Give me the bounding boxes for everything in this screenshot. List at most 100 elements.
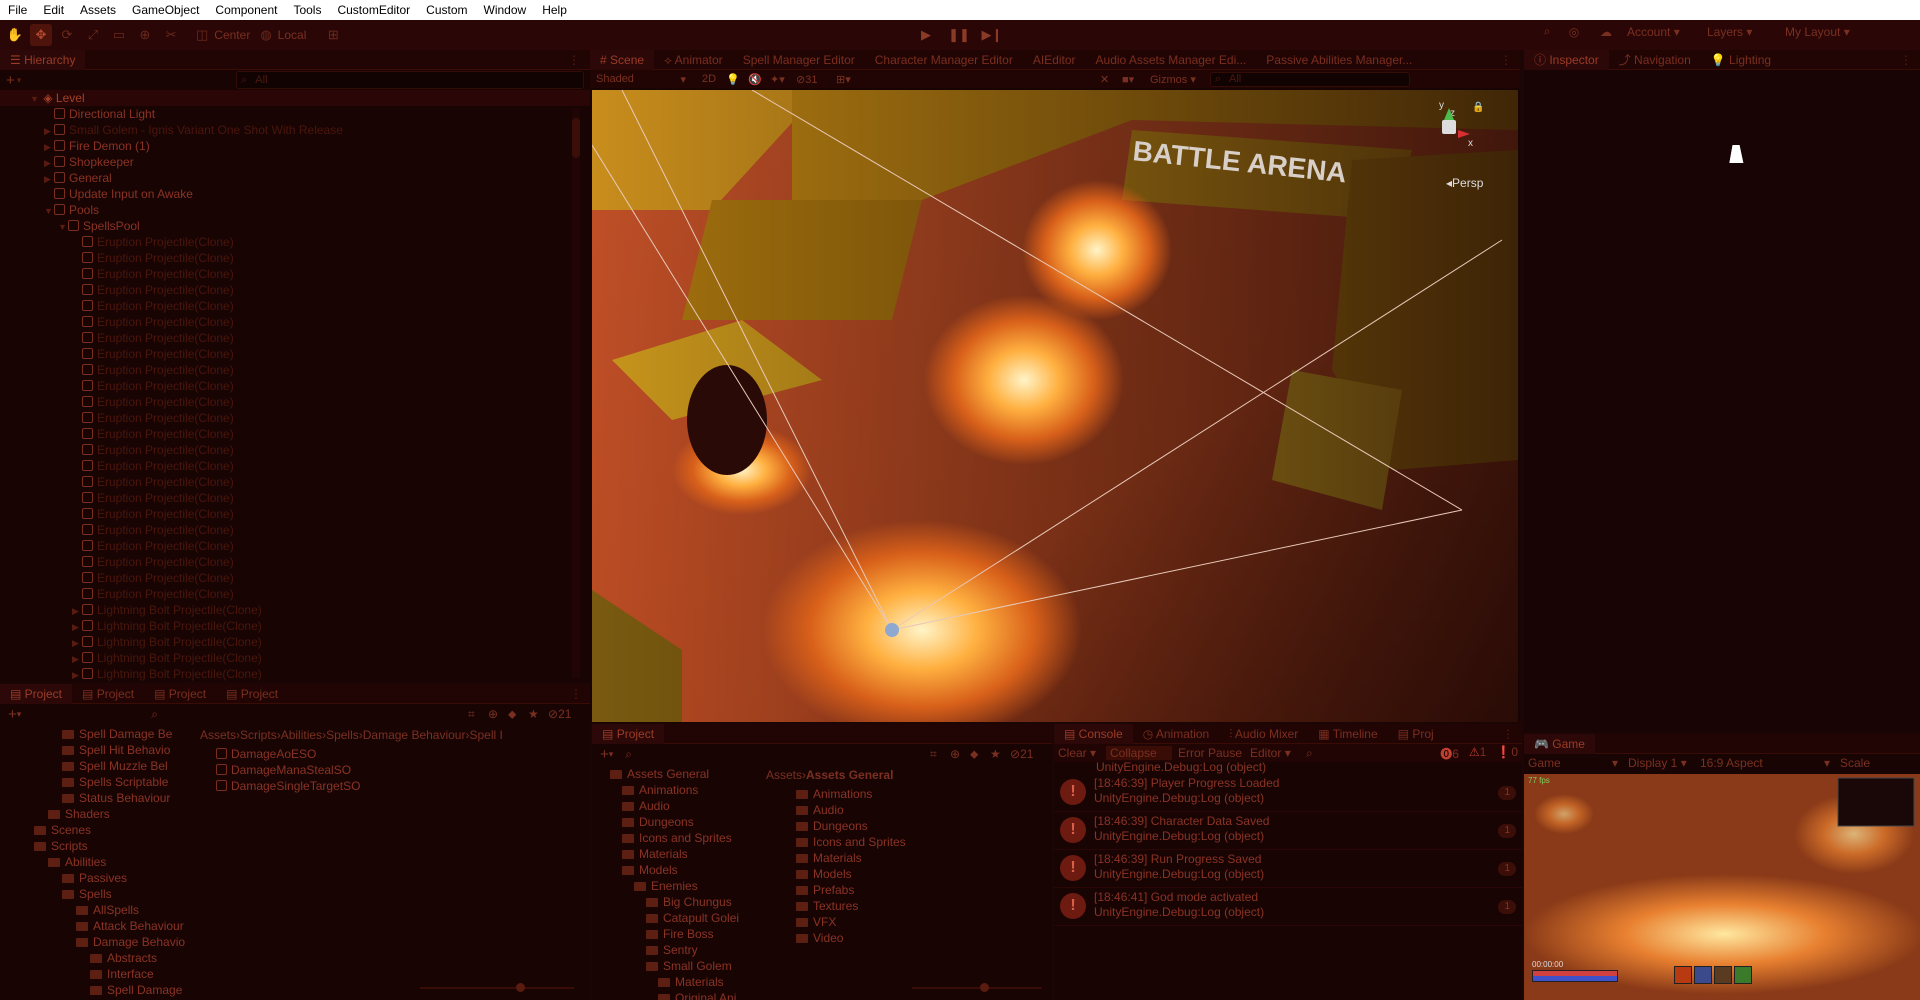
menu-item-tools[interactable]: Tools bbox=[285, 0, 329, 20]
folder-tree-item[interactable]: Scripts bbox=[0, 838, 196, 854]
menu-item-edit[interactable]: Edit bbox=[35, 0, 72, 20]
hierarchy-item[interactable]: Eruption Projectile(Clone) bbox=[0, 282, 590, 298]
folder-tree-item[interactable]: Icons and Sprites bbox=[592, 830, 762, 846]
hierarchy-item[interactable]: Eruption Projectile(Clone) bbox=[0, 410, 590, 426]
chevron-right-icon[interactable]: ▶ bbox=[44, 155, 54, 171]
effects-icon[interactable]: ✦▾ bbox=[770, 73, 796, 86]
info-filter-toggle[interactable]: ❗0 bbox=[1496, 745, 1518, 762]
folder-item[interactable]: Textures bbox=[796, 898, 1036, 914]
hierarchy-item[interactable]: Eruption Projectile(Clone) bbox=[0, 474, 590, 490]
label-filter-icon[interactable]: ⬥ bbox=[508, 707, 528, 722]
hierarchy-item[interactable]: Eruption Projectile(Clone) bbox=[0, 314, 590, 330]
hierarchy-item[interactable]: Eruption Projectile(Clone) bbox=[0, 458, 590, 474]
add-icon[interactable]: + bbox=[6, 72, 15, 89]
search-icon[interactable]: ⌕ bbox=[1535, 24, 1559, 39]
console-entry[interactable]: ! [18:46:39] Character Data Saved UnityEng… bbox=[1054, 812, 1522, 850]
folder-tree-item[interactable]: Spells Scriptable bbox=[0, 774, 196, 790]
audio-icon[interactable]: 🔇 bbox=[748, 73, 770, 86]
breadcrumb-item[interactable]: Assets General bbox=[806, 768, 893, 782]
folder-tree-item[interactable]: Materials bbox=[592, 846, 762, 862]
tab-project[interactable]: ▤ Project bbox=[216, 684, 288, 704]
account-dropdown[interactable]: Account ▾ bbox=[1623, 25, 1699, 39]
error-pause-toggle[interactable]: Error Pause bbox=[1172, 746, 1250, 760]
add-icon[interactable]: + bbox=[8, 706, 17, 723]
hierarchy-item[interactable]: ▼ SpellsPool bbox=[0, 218, 590, 234]
folder-item[interactable]: Materials bbox=[796, 850, 1036, 866]
chevron-right-icon[interactable]: ▶ bbox=[44, 139, 54, 155]
hierarchy-item[interactable]: Eruption Projectile(Clone) bbox=[0, 394, 590, 410]
hierarchy-item[interactable]: Eruption Projectile(Clone) bbox=[0, 298, 590, 314]
scene-search-input[interactable]: ⌕ All bbox=[1210, 71, 1410, 87]
gizmo-x-cone[interactable] bbox=[1458, 130, 1470, 138]
tab-project[interactable]: ▤ Project bbox=[592, 724, 665, 744]
scale-label[interactable]: Scale bbox=[1840, 756, 1870, 770]
chevron-right-icon[interactable]: ▶ bbox=[44, 123, 54, 139]
folder-tree-item[interactable]: Passives bbox=[0, 870, 196, 886]
transform-tool-icon[interactable]: ⊕ bbox=[134, 24, 156, 46]
folder-tree-item[interactable]: Attack Behaviour bbox=[0, 918, 196, 934]
console-entry[interactable]: ! [18:46:41] God mode activated UnityEngin… bbox=[1054, 888, 1522, 926]
hierarchy-item[interactable]: ▼ Pools bbox=[0, 202, 590, 218]
asset-file[interactable]: DamageAoESO bbox=[216, 746, 576, 762]
display-dropdown[interactable]: Display 1 ▾ bbox=[1618, 756, 1700, 770]
hierarchy-item[interactable]: Eruption Projectile(Clone) bbox=[0, 330, 590, 346]
tab-timeline[interactable]: ▦ Timeline bbox=[1308, 724, 1387, 744]
folder-tree-item[interactable]: Audio bbox=[592, 798, 762, 814]
asset-file[interactable]: DamageManaStealSO bbox=[216, 762, 576, 778]
hierarchy-item[interactable]: ▶ Small Golem - Ignis Variant One Shot Wi… bbox=[0, 122, 590, 138]
pivot-toggle[interactable]: ◫ Center bbox=[196, 24, 256, 46]
folder-item[interactable]: Models bbox=[796, 866, 1036, 882]
console-entry[interactable]: ! [18:46:39] Player Progress Loaded UnityE… bbox=[1054, 774, 1522, 812]
hierarchy-item[interactable]: Directional Light bbox=[0, 106, 590, 122]
hierarchy-item[interactable]: Update Input on Awake bbox=[0, 186, 590, 202]
hierarchy-item[interactable]: Eruption Projectile(Clone) bbox=[0, 442, 590, 458]
hierarchy-item[interactable]: Eruption Projectile(Clone) bbox=[0, 570, 590, 586]
folder-tree-item[interactable]: Original Ani bbox=[592, 990, 762, 1000]
hierarchy-item[interactable]: Eruption Projectile(Clone) bbox=[0, 426, 590, 442]
hidden-objects-toggle[interactable]: ⊘31 bbox=[796, 73, 836, 86]
asset-file[interactable]: DamageSingleTargetSO bbox=[216, 778, 576, 794]
folder-tree-item[interactable]: Spells bbox=[0, 886, 196, 902]
hierarchy-item[interactable]: Eruption Projectile(Clone) bbox=[0, 506, 590, 522]
tab-animator[interactable]: ⟡ Animator bbox=[654, 50, 733, 70]
breadcrumb-item[interactable]: Assets bbox=[200, 728, 236, 742]
scale-tool-icon[interactable]: ⤢ bbox=[82, 24, 104, 46]
filter-icon[interactable]: ⌗ bbox=[468, 707, 488, 722]
folder-tree-item[interactable]: Catapult Golei bbox=[592, 910, 762, 926]
mode-2d-toggle[interactable]: 2D bbox=[702, 73, 726, 85]
folder-tree-item[interactable]: Assets General bbox=[592, 766, 762, 782]
gizmo-cube[interactable] bbox=[1442, 120, 1456, 134]
type-filter-icon[interactable]: ⊕ bbox=[950, 747, 970, 761]
tools-icon[interactable]: ✕ bbox=[1100, 73, 1122, 86]
console-entry[interactable]: ! [18:46:39] Run Progress Saved UnityEngin… bbox=[1054, 850, 1522, 888]
folder-item[interactable]: VFX bbox=[796, 914, 1036, 930]
folder-tree-item[interactable]: Spell Muzzle Bel bbox=[0, 758, 196, 774]
tab-hierarchy[interactable]: ☰ Hierarchy bbox=[0, 50, 86, 70]
kebab-menu-icon[interactable]: ⋮ bbox=[568, 53, 580, 67]
search-icon[interactable]: ⌕ bbox=[151, 707, 158, 722]
menu-item-component[interactable]: Component bbox=[207, 0, 285, 20]
clear-button[interactable]: Clear ▾ bbox=[1058, 746, 1106, 760]
kebab-menu-icon[interactable]: ⋮ bbox=[1502, 727, 1514, 741]
hierarchy-item[interactable]: ▶ Fire Demon (1) bbox=[0, 138, 590, 154]
search-icon[interactable]: ⌕ bbox=[1306, 746, 1406, 761]
folder-item[interactable]: Audio bbox=[796, 802, 1036, 818]
tab-spell-manager-editor[interactable]: Spell Manager Editor bbox=[733, 50, 865, 70]
layers-dropdown[interactable]: Layers ▾ bbox=[1699, 25, 1777, 39]
hierarchy-item[interactable]: Eruption Projectile(Clone) bbox=[0, 234, 590, 250]
tab-passive-abilities-manager[interactable]: Passive Abilities Manager... bbox=[1256, 50, 1422, 70]
tab-console[interactable]: ▤ Console bbox=[1054, 724, 1133, 744]
chevron-right-icon[interactable]: ▶ bbox=[44, 171, 54, 187]
tab-scene[interactable]: # Scene bbox=[590, 50, 655, 70]
menu-item-customeditor[interactable]: CustomEditor bbox=[329, 0, 418, 20]
folder-tree-item[interactable]: Materials bbox=[592, 974, 762, 990]
add-icon[interactable]: + bbox=[600, 746, 609, 763]
folder-item[interactable]: Dungeons bbox=[796, 818, 1036, 834]
kebab-menu-icon[interactable]: ⋮ bbox=[1900, 53, 1912, 67]
gizmos-dropdown[interactable]: Gizmos ▾ bbox=[1150, 73, 1210, 86]
star-icon[interactable]: ★ bbox=[990, 747, 1010, 761]
chevron-down-icon[interactable]: ▾ bbox=[609, 749, 614, 760]
menu-item-custom[interactable]: Custom bbox=[418, 0, 475, 20]
tab-project[interactable]: ▤ Project bbox=[72, 684, 144, 704]
menu-item-help[interactable]: Help bbox=[534, 0, 575, 20]
